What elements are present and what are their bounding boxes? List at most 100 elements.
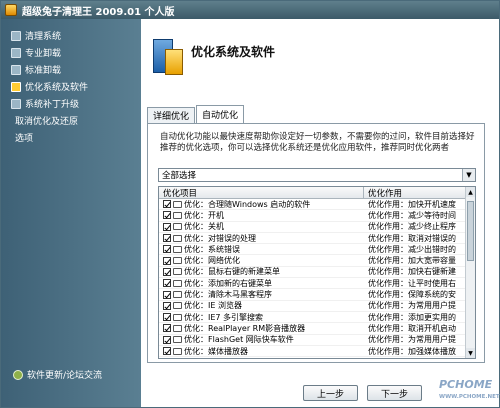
optimize-item-icon (173, 200, 182, 208)
sidebar-item-optimize[interactable]: 优化系统及软件 (1, 78, 141, 95)
optimize-item-icon (173, 313, 182, 321)
list-item[interactable]: 优化：鼠标右键的新建菜单 优化作用：加快右键新建 (159, 267, 475, 279)
list-item-effect: 优化作用：减少等待时间 (368, 210, 456, 220)
update-forum-link[interactable]: 软件更新/论坛交流 (13, 368, 102, 381)
scroll-up-icon[interactable]: ▲ (466, 187, 475, 197)
list-item[interactable]: 优化：RealPlayer RM影音播放器 优化作用：取消开机启动 (159, 323, 475, 335)
list-item-name-cell: 优化：鼠标右键的新建菜单 (159, 267, 364, 277)
list-item-name: 优化：对错误的处理 (184, 233, 256, 243)
page-title: 优化系统及软件 (191, 45, 276, 59)
tab-detailed-optimize[interactable]: 详细优化 (147, 107, 196, 123)
checkbox-checked-icon[interactable] (163, 222, 171, 231)
column-header-effect[interactable]: 优化作用 (364, 187, 475, 199)
list-item-name: 优化：IE7 多引擎搜索 (184, 312, 264, 322)
list-item-name: 优化：关机 (184, 222, 224, 232)
list-item-name: 优化：FlashGet 网际快车软件 (184, 335, 294, 345)
list-item[interactable]: 优化：添加新的右键菜单 优化作用：让平时使用右 (159, 278, 475, 290)
scroll-thumb[interactable] (467, 201, 474, 261)
checkbox-checked-icon[interactable] (163, 200, 171, 209)
page-header: 优化系统及软件 (141, 19, 499, 101)
checkbox-checked-icon[interactable] (163, 324, 171, 333)
list-item-name-cell: 优化：合理随Windows 启动的软件 (159, 199, 364, 209)
list-item-effect: 优化作用：添加更实用的 (368, 312, 456, 322)
list-item-effect: 优化作用：为常用用户提 (368, 301, 456, 311)
title-bar[interactable]: 超级兔子清理王 2009.01 个人版 (1, 1, 499, 19)
list-item[interactable]: 优化：对错误的处理 优化作用：取消对错误的 (159, 233, 475, 245)
list-item-effect: 优化作用：加大宽带容量 (368, 256, 456, 266)
uninstall-icon (11, 47, 21, 58)
app-rabbit-icon (5, 4, 17, 16)
checkbox-checked-icon[interactable] (163, 245, 171, 254)
list-item-name: 优化：开机 (184, 210, 224, 220)
list-item-name-cell: 优化：RealPlayer RM影音播放器 (159, 323, 364, 333)
optimize-item-icon (173, 336, 182, 344)
list-item-name: 优化：媒体播放器 (184, 346, 248, 356)
sidebar-item-standard-uninstall[interactable]: 标准卸载 (1, 61, 141, 78)
sidebar-item-patch[interactable]: 系统补丁升级 (1, 95, 141, 112)
list-item-effect: 优化作用：减少终止程序 (368, 222, 456, 232)
checkbox-checked-icon[interactable] (163, 267, 171, 276)
checkbox-checked-icon[interactable] (163, 301, 171, 310)
checkbox-checked-icon[interactable] (163, 290, 171, 299)
sidebar-item-options[interactable]: 选项 (1, 129, 141, 146)
sidebar-item-label: 取消优化及还原 (15, 117, 79, 127)
optimize-icon (11, 81, 21, 92)
checkbox-checked-icon[interactable] (163, 211, 171, 220)
patch-icon (11, 98, 21, 109)
column-header-item[interactable]: 优化项目 (159, 187, 364, 199)
list-item[interactable]: 优化：关机 优化作用：减少终止程序 (159, 222, 475, 233)
list-item[interactable]: 优化：清除木马黑客程序 优化作用：保障系统的安 (159, 289, 475, 301)
list-item[interactable]: 优化：合理随Windows 启动的软件 优化作用：加快开机速度 (159, 199, 475, 211)
list-item-name-cell: 优化：添加新的右键菜单 (159, 278, 364, 288)
checkbox-checked-icon[interactable] (163, 335, 171, 344)
chevron-down-icon[interactable]: ▼ (462, 169, 475, 181)
checkbox-checked-icon[interactable] (163, 279, 171, 288)
list-item-name-cell: 优化：FlashGet 网际快车软件 (159, 335, 364, 345)
description-text: 自动优化功能以最快速度帮助你设定好一切参数，不需要你的过问，软件目前选择好推荐的… (160, 132, 475, 153)
sidebar-item-restore[interactable]: 取消优化及还原 (1, 112, 141, 129)
optimize-item-icon (173, 347, 182, 355)
checkbox-checked-icon[interactable] (163, 313, 171, 322)
list-item[interactable]: 优化：IE7 多引擎搜索 优化作用：添加更实用的 (159, 312, 475, 324)
selection-dropdown[interactable]: 全部选择 ▼ (158, 168, 476, 182)
list-item-effect: 优化作用：保障系统的安 (368, 290, 456, 300)
tab-strip: 详细优化 自动优化 (147, 105, 245, 123)
sidebar-item-label: 专业卸载 (25, 49, 62, 59)
tab-panel: 自动优化功能以最快速度帮助你设定好一切参数，不需要你的过问，软件目前选择好推荐的… (147, 123, 485, 363)
tab-auto-optimize[interactable]: 自动优化 (196, 105, 245, 123)
optimize-items-list: 优化项目 优化作用 优化：合理随Windows 启动的软件 优化作用：加快开机速度… (158, 186, 476, 359)
list-item[interactable]: 优化：系统错误 优化作用：减少出错时的 (159, 244, 475, 256)
list-item-effect: 优化作用：取消开机启动 (368, 323, 456, 333)
list-item[interactable]: 优化：媒体播放器 优化作用：加强媒体播放 (159, 346, 475, 358)
list-item-name-cell: 优化：清除木马黑客程序 (159, 289, 364, 300)
list-item-effect: 优化作用：让平时使用右 (368, 278, 456, 288)
clean-icon (11, 30, 21, 41)
optimize-item-icon (173, 211, 182, 219)
prev-button[interactable]: 上一步 (303, 385, 358, 401)
list-scrollbar[interactable]: ▲ ▼ (465, 187, 475, 358)
update-icon (13, 369, 23, 380)
list-item-effect: 优化作用：为常用用户提 (368, 335, 456, 345)
list-item-name: 优化：清除木马黑客程序 (184, 290, 272, 300)
list-item[interactable]: 优化：FlashGet 网际快车软件 优化作用：为常用用户提 (159, 335, 475, 346)
next-button[interactable]: 下一步 (367, 385, 422, 401)
sidebar-item-clean[interactable]: 清理系统 (1, 27, 141, 44)
sidebar-item-label: 优化系统及软件 (25, 83, 89, 93)
optimize-item-icon (173, 223, 182, 231)
list-item[interactable]: 优化：开机 优化作用：减少等待时间 (159, 210, 475, 222)
list-item-name-cell: 优化：媒体播放器 (159, 346, 364, 356)
checkbox-checked-icon[interactable] (163, 256, 171, 265)
list-item[interactable]: 优化：网络优化 优化作用：加大宽带容量 (159, 255, 475, 267)
list-item-effect: 优化作用：加快右键新建 (368, 267, 456, 277)
list-item-name-cell: 优化：网络优化 (159, 255, 364, 265)
checkbox-checked-icon[interactable] (163, 234, 171, 243)
checkbox-checked-icon[interactable] (163, 347, 171, 356)
scroll-down-icon[interactable]: ▼ (466, 348, 475, 358)
optimize-item-icon (173, 302, 182, 310)
list-item-name: 优化：IE 浏览器 (184, 301, 242, 311)
sidebar-item-label: 系统补丁升级 (25, 100, 80, 110)
sidebar-item-pro-uninstall[interactable]: 专业卸载 (1, 44, 141, 61)
sidebar-item-label: 选项 (15, 134, 34, 144)
sidebar: 清理系统 专业卸载 标准卸载 优化系统及软件 系统补丁升级 取消优化及还原 选项… (1, 19, 141, 407)
list-item[interactable]: 优化：IE 浏览器 优化作用：为常用用户提 (159, 301, 475, 312)
